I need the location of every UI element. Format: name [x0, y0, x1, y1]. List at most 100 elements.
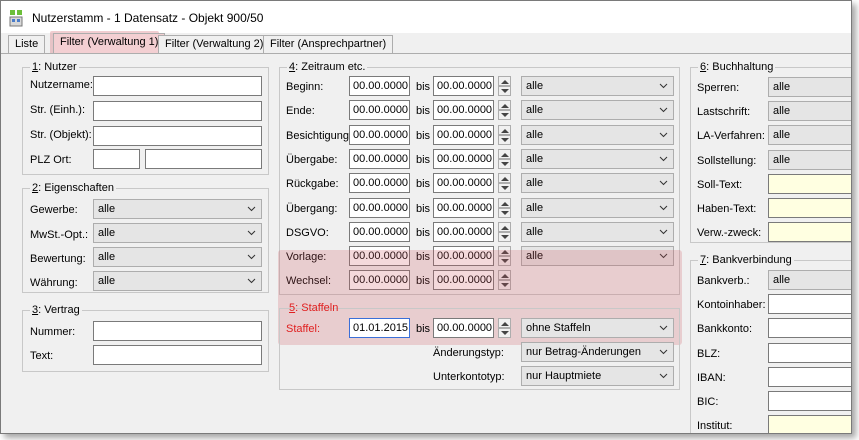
- zeitraum-select[interactable]: alle: [521, 100, 674, 120]
- buchhaltung-text-input[interactable]: [768, 174, 851, 194]
- zeitraum-to-input[interactable]: 00.00.0000: [433, 100, 494, 120]
- date-spinner[interactable]: [498, 173, 511, 193]
- zeitraum-select[interactable]: alle: [521, 173, 674, 193]
- chevron-down-icon: [659, 349, 668, 355]
- zeitraum-bis-label: bis: [416, 130, 431, 142]
- chevron-down-icon: [247, 278, 256, 284]
- tab-liste[interactable]: Liste: [8, 35, 46, 53]
- tab-filter-verwaltung-2[interactable]: Filter (Verwaltung 2): [158, 35, 271, 53]
- spin-down-button[interactable]: [498, 135, 511, 145]
- chevron-down-icon: [659, 180, 668, 186]
- caret-up-icon: [501, 322, 509, 326]
- bank-input[interactable]: [768, 294, 851, 314]
- date-spinner[interactable]: [498, 149, 511, 169]
- zeitraum-bis-label: bis: [416, 154, 431, 166]
- plz-input[interactable]: [93, 149, 140, 169]
- buchhaltung-select[interactable]: alle: [768, 150, 851, 170]
- bewertung-select[interactable]: alle: [93, 247, 262, 267]
- bank-input[interactable]: [768, 391, 851, 411]
- zeitraum-to-input[interactable]: 00.00.0000: [433, 198, 494, 218]
- date-spinner[interactable]: [498, 198, 511, 218]
- buchhaltung-row-label: LA-Verfahren:: [697, 130, 765, 142]
- bank-row-label: Institut:: [697, 420, 733, 432]
- zeitraum-select[interactable]: alle: [521, 125, 674, 145]
- spin-up-button[interactable]: [498, 100, 511, 110]
- buchhaltung-text-input[interactable]: [768, 198, 851, 218]
- nutzername-input[interactable]: [93, 76, 262, 96]
- date-spinner[interactable]: [498, 125, 511, 145]
- spin-up-button[interactable]: [498, 173, 511, 183]
- zeitraum-bis-label: bis: [416, 105, 431, 117]
- mwst-opt-select[interactable]: alle: [93, 223, 262, 243]
- caret-down-icon: [501, 235, 509, 239]
- zeitraum-from-input[interactable]: 00.00.0000: [349, 173, 410, 193]
- chevron-down-icon: [659, 229, 668, 235]
- spin-down-button[interactable]: [498, 86, 511, 96]
- group-vertrag-legend: 3: Vertrag: [30, 304, 82, 316]
- zeitraum-to-input[interactable]: 00.00.0000: [433, 222, 494, 242]
- text-input[interactable]: [93, 345, 262, 365]
- bankverb-select[interactable]: alle: [768, 270, 851, 290]
- bank-input[interactable]: [768, 343, 851, 363]
- chevron-down-icon: [659, 373, 668, 379]
- gewerbe-select[interactable]: alle: [93, 199, 262, 219]
- str-objekt-input[interactable]: [93, 126, 262, 146]
- zeitraum-row-label: Übergabe:: [286, 154, 338, 166]
- zeitraum-select[interactable]: alle: [521, 198, 674, 218]
- buchhaltung-text-input[interactable]: [768, 222, 851, 242]
- tab-filter-ansprechpartner[interactable]: Filter (Ansprechpartner): [263, 35, 394, 53]
- buchhaltung-select[interactable]: alle: [768, 77, 851, 97]
- buchhaltung-select[interactable]: alle: [768, 125, 851, 145]
- spin-up-button[interactable]: [498, 125, 511, 135]
- zeitraum-to-input[interactable]: 00.00.0000: [433, 125, 494, 145]
- staffel-spinner[interactable]: [498, 318, 511, 338]
- spin-up-button[interactable]: [498, 222, 511, 232]
- nummer-input[interactable]: [93, 321, 262, 341]
- zeitraum-select[interactable]: alle: [521, 149, 674, 169]
- chevron-down-icon: [247, 206, 256, 212]
- spin-down-button[interactable]: [498, 232, 511, 242]
- zeitraum-to-input[interactable]: 00.00.0000: [433, 76, 494, 96]
- unterkontotyp-select[interactable]: nur Hauptmiete: [521, 366, 674, 386]
- zeitraum-from-input[interactable]: 00.00.0000: [349, 76, 410, 96]
- str-einh-input[interactable]: [93, 101, 262, 121]
- zeitraum-from-input[interactable]: 00.00.0000: [349, 125, 410, 145]
- zeitraum-from-input[interactable]: 00.00.0000: [349, 149, 410, 169]
- spin-down-button[interactable]: [498, 328, 511, 338]
- zeitraum-to-input[interactable]: 00.00.0000: [433, 173, 494, 193]
- waehrung-select[interactable]: alle: [93, 271, 262, 291]
- zeitraum-to-input[interactable]: 00.00.0000: [433, 149, 494, 169]
- caret-up-icon: [501, 153, 509, 157]
- spin-up-button[interactable]: [498, 318, 511, 328]
- staffel-to-input[interactable]: 00.00.0000: [433, 318, 494, 338]
- spin-down-button[interactable]: [498, 159, 511, 169]
- date-spinner[interactable]: [498, 222, 511, 242]
- buchhaltung-select[interactable]: alle: [768, 101, 851, 121]
- spin-down-button[interactable]: [498, 208, 511, 218]
- date-spinner[interactable]: [498, 100, 511, 120]
- zeitraum-bis-label: bis: [416, 227, 431, 239]
- staffel-select[interactable]: ohne Staffeln: [521, 318, 674, 338]
- aenderungstyp-select[interactable]: nur Betrag-Änderungen: [521, 342, 674, 362]
- zeitraum-from-input[interactable]: 00.00.0000: [349, 100, 410, 120]
- spin-down-button[interactable]: [498, 183, 511, 193]
- bank-input[interactable]: [768, 318, 851, 338]
- ort-input[interactable]: [145, 149, 262, 169]
- spin-up-button[interactable]: [498, 76, 511, 86]
- spin-up-button[interactable]: [498, 198, 511, 208]
- tab-filter-verwaltung-1[interactable]: Filter (Verwaltung 1): [53, 33, 166, 53]
- chevron-down-icon: [659, 107, 668, 113]
- zeitraum-select[interactable]: alle: [521, 76, 674, 96]
- staffel-from-input[interactable]: 01.01.2015: [349, 318, 410, 338]
- spin-up-button[interactable]: [498, 149, 511, 159]
- spin-down-button[interactable]: [498, 110, 511, 120]
- zeitraum-row-label: Besichtigung:: [286, 130, 353, 142]
- bank-input[interactable]: [768, 415, 851, 433]
- buchhaltung-row-label: Sperren:: [697, 82, 740, 94]
- bank-input[interactable]: [768, 367, 851, 387]
- zeitraum-select[interactable]: alle: [521, 222, 674, 242]
- chevron-down-icon: [659, 205, 668, 211]
- date-spinner[interactable]: [498, 76, 511, 96]
- zeitraum-from-input[interactable]: 00.00.0000: [349, 222, 410, 242]
- zeitraum-from-input[interactable]: 00.00.0000: [349, 198, 410, 218]
